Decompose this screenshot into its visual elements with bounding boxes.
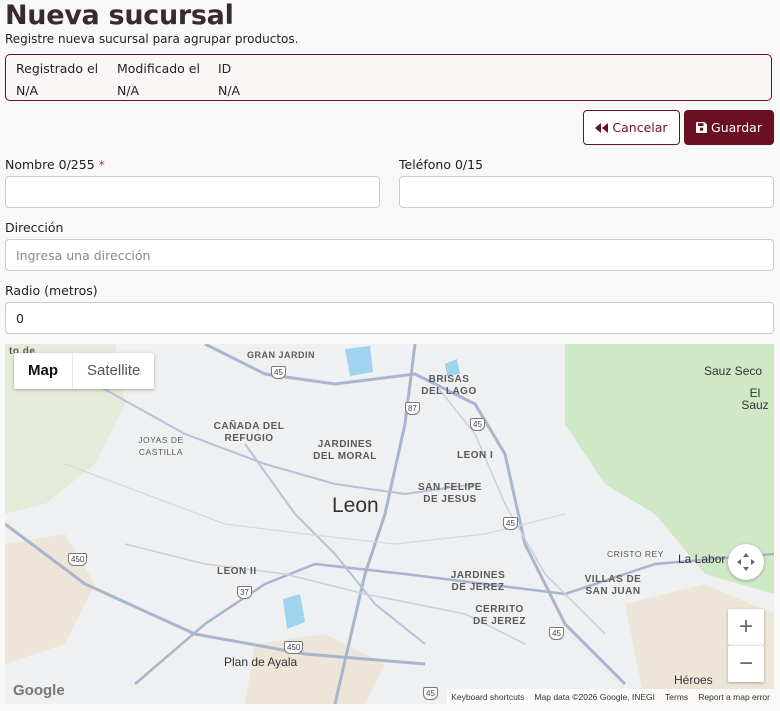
meta-label: Registrado el <box>16 61 99 76</box>
radius-input[interactable] <box>5 302 774 334</box>
map-attribution: Keyboard shortcuts Map data ©2026 Google… <box>447 689 774 704</box>
highway-shield-icon: 45 <box>549 627 564 640</box>
cancel-label: Cancelar <box>612 120 668 135</box>
address-field-label: Dirección <box>5 220 64 235</box>
map-type-control: Map Satellite <box>14 353 155 389</box>
google-logo: Google <box>13 682 65 699</box>
page-title: Nueva sucursal <box>5 0 234 31</box>
map-place-label: CERRITO DE JEREZ <box>473 604 526 627</box>
meta-modified: Modificado el N/A <box>117 61 200 98</box>
map-place-label: Plan de Ayala <box>224 655 298 669</box>
move-arrows-icon <box>737 553 755 571</box>
map-place-label: JOYAS DE CASTILLA <box>138 435 184 457</box>
save-label: Guardar <box>711 120 762 135</box>
save-button[interactable]: Guardar <box>684 110 774 145</box>
phone-field-label: Teléfono 0/15 <box>399 157 484 172</box>
map-place-label: JARDINES DEL MORAL <box>313 439 377 462</box>
map-place-label: VILLAS DE SAN JUAN <box>584 574 642 597</box>
meta-value: N/A <box>117 83 140 98</box>
map-place-label: CRISTO REY <box>607 549 664 559</box>
backward-icon <box>595 122 609 133</box>
cancel-button[interactable]: Cancelar <box>583 110 680 145</box>
highway-shield-icon: 45 <box>470 418 485 431</box>
meta-registered: Registrado el N/A <box>16 61 98 98</box>
radius-field-label: Radio (metros) <box>5 283 98 298</box>
address-input[interactable] <box>5 239 774 271</box>
map-city-label: Leon <box>332 494 379 517</box>
name-field-label: Nombre 0/255 * <box>5 157 105 172</box>
plus-icon: + <box>738 613 753 640</box>
minus-icon: − <box>738 650 753 677</box>
floppy-disk-icon <box>696 122 708 133</box>
highway-shield-icon: 450 <box>68 553 88 566</box>
record-metadata: Registrado el N/A Modificado el N/A ID N… <box>5 54 772 101</box>
map-camera-control[interactable] <box>728 544 764 580</box>
map-place-label: GRAN JARDIN <box>247 350 316 360</box>
map-place-label: El Sauz <box>741 386 769 412</box>
name-input[interactable] <box>5 176 380 208</box>
map-type-map-button[interactable]: Map <box>14 353 72 389</box>
zoom-in-button[interactable]: + <box>728 609 764 645</box>
name-label-text: Nombre 0/255 <box>5 157 95 172</box>
highway-shield-icon: 45 <box>271 366 286 379</box>
meta-id: ID N/A <box>218 61 240 98</box>
map-place-label: JARDINES DE JEREZ <box>450 570 506 593</box>
terms-link[interactable]: Terms <box>665 692 688 702</box>
map-type-satellite-button[interactable]: Satellite <box>72 353 154 389</box>
map-place-label: La Labor <box>678 552 726 566</box>
highway-shield-icon: 45 <box>423 687 438 700</box>
required-marker: * <box>98 157 105 172</box>
map-place-label: CAÑADA DEL REFUGIO <box>213 421 285 444</box>
meta-value: N/A <box>16 83 39 98</box>
meta-label: ID <box>218 61 232 76</box>
map-data-text: Map data ©2026 Google, INEGI <box>534 691 656 702</box>
page-subtitle: Registre nueva sucursal para agrupar pro… <box>5 32 299 46</box>
map-place-label: LEON I <box>457 450 494 461</box>
highway-shield-icon: 450 <box>284 641 304 654</box>
map-view[interactable]: to de GRAN JARDIN BRISAS DEL LAGO CAÑADA… <box>5 344 774 704</box>
keyboard-shortcuts-link[interactable]: Keyboard shortcuts <box>451 692 524 702</box>
meta-label: Modificado el <box>117 61 200 76</box>
highway-shield-icon: 45 <box>503 517 518 530</box>
highway-shield-icon: 87 <box>405 402 420 415</box>
map-place-label: Sauz Seco <box>704 364 763 378</box>
phone-input[interactable] <box>399 176 774 208</box>
highway-shield-icon: 37 <box>237 586 252 599</box>
report-error-link[interactable]: Report a map error <box>698 692 770 702</box>
map-place-label: SAN FELIPE DE JESUS <box>418 482 482 505</box>
meta-value: N/A <box>218 83 241 98</box>
map-place-label: Héroes <box>674 673 713 687</box>
map-place-label: BRISAS DEL LAGO <box>421 374 477 397</box>
map-place-label: LEON II <box>217 566 257 577</box>
zoom-out-button[interactable]: − <box>728 645 764 682</box>
map-tiles <box>5 344 774 704</box>
